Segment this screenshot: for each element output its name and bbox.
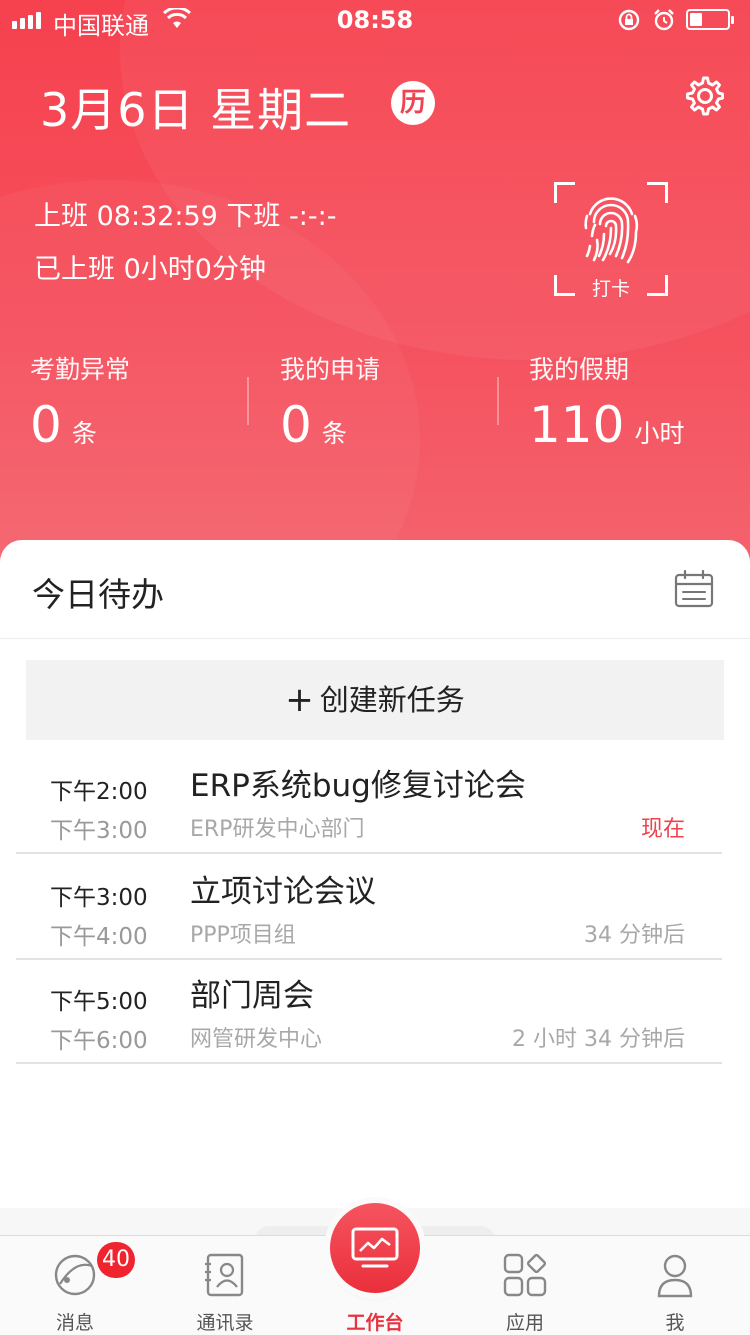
fingerprint-icon [584, 197, 639, 264]
task-organization: PPP项目组 [190, 923, 296, 948]
tab-label: 通讯录 [196, 1312, 254, 1334]
task-organization: 网管研发中心 [190, 1027, 323, 1052]
stat-my-applications[interactable]: 我的申请 0条 [280, 350, 380, 454]
task-start-time: 下午5:00 [50, 989, 148, 1015]
task-start-time: 下午3:00 [50, 885, 148, 911]
stat-unit: 小时 [634, 419, 685, 448]
gear-icon[interactable] [684, 75, 726, 117]
todo-card: 今日待办 + 创建新任务 下午2:00 下午3:00 ERP系统bug修复讨论会 … [0, 540, 750, 1208]
message-icon [54, 1254, 96, 1296]
battery-icon [686, 9, 734, 30]
tab-profile[interactable]: 我 [600, 1236, 750, 1335]
task-relative-time: 现在 [640, 817, 685, 842]
task-title: 部门周会 [190, 978, 314, 1014]
task-organization: ERP研发中心部门 [190, 817, 365, 842]
alarm-icon [654, 9, 674, 31]
stat-value: 0 [280, 396, 312, 454]
date-title: 3月6日 星期二 [40, 83, 352, 137]
stat-unit: 条 [321, 419, 347, 448]
rotation-lock-icon [618, 9, 640, 31]
tab-label: 应用 [505, 1312, 544, 1334]
todo-header: 今日待办 [0, 540, 750, 639]
task-title: ERP系统bug修复讨论会 [190, 768, 526, 804]
task-end-time: 下午3:00 [50, 818, 148, 844]
tab-label: 工作台 [346, 1312, 404, 1334]
task-item[interactable]: 下午3:00 下午4:00 立项讨论会议 PPP项目组 34 分钟后 [16, 854, 722, 960]
worked-duration: 已上班 0小时0分钟 [34, 254, 266, 285]
stat-divider [247, 377, 249, 425]
tab-messages[interactable]: 40 消息 [0, 1236, 150, 1335]
profile-icon [657, 1254, 693, 1298]
clock-in-status: 上班 08:32:59 下班 -:-:- [34, 201, 337, 232]
stat-value: 0 [30, 396, 62, 454]
task-title: 立项讨论会议 [190, 874, 376, 910]
apps-icon [503, 1253, 547, 1297]
task-relative-time: 2 小时 34 分钟后 [512, 1027, 685, 1052]
calendar-icon[interactable] [674, 570, 714, 608]
tab-contacts[interactable]: 通讯录 [150, 1236, 300, 1335]
task-item[interactable]: 下午5:00 下午6:00 部门周会 网管研发中心 2 小时 34 分钟后 [16, 958, 722, 1064]
status-bar: 中国联通 08:58 [0, 0, 750, 40]
workbench-center-button[interactable] [330, 1203, 420, 1293]
stat-my-leave[interactable]: 我的假期 110 小时 [529, 350, 684, 454]
create-task-button[interactable]: + 创建新任务 [26, 660, 724, 740]
stat-attendance-abnormal[interactable]: 考勤异常 0条 [30, 350, 130, 454]
punch-in-button[interactable]: 打卡 [554, 182, 668, 300]
unread-badge: 40 [97, 1242, 135, 1278]
punch-label: 打卡 [591, 278, 630, 300]
stat-value: 110 [529, 396, 625, 454]
task-relative-time: 34 分钟后 [584, 923, 685, 948]
task-end-time: 下午4:00 [50, 924, 148, 950]
stat-title: 我的申请 [280, 355, 381, 384]
create-task-label: 创建新任务 [319, 683, 465, 717]
task-end-time: 下午6:00 [50, 1028, 148, 1054]
todo-title: 今日待办 [32, 575, 164, 614]
calendar-badge[interactable]: 历 [391, 81, 435, 125]
stats-row: 考勤异常 0条 我的申请 0条 我的假期 110 小时 [0, 350, 750, 454]
contacts-icon [205, 1253, 244, 1297]
plus-icon: + [285, 680, 314, 720]
tab-label: 我 [665, 1312, 685, 1334]
header-panel: 中国联通 08:58 3月6日 星期二 历 上班 08:32:59 下班 -:-… [0, 0, 750, 580]
stat-unit: 条 [71, 419, 97, 448]
tab-apps[interactable]: 应用 [450, 1236, 600, 1335]
workbench-icon [351, 1227, 399, 1268]
stat-divider [497, 377, 499, 425]
tab-label: 消息 [55, 1312, 94, 1334]
stat-title: 考勤异常 [30, 355, 131, 384]
stat-title: 我的假期 [529, 355, 630, 384]
task-item[interactable]: 下午2:00 下午3:00 ERP系统bug修复讨论会 ERP研发中心部门 现在 [16, 748, 722, 854]
task-start-time: 下午2:00 [50, 779, 148, 805]
